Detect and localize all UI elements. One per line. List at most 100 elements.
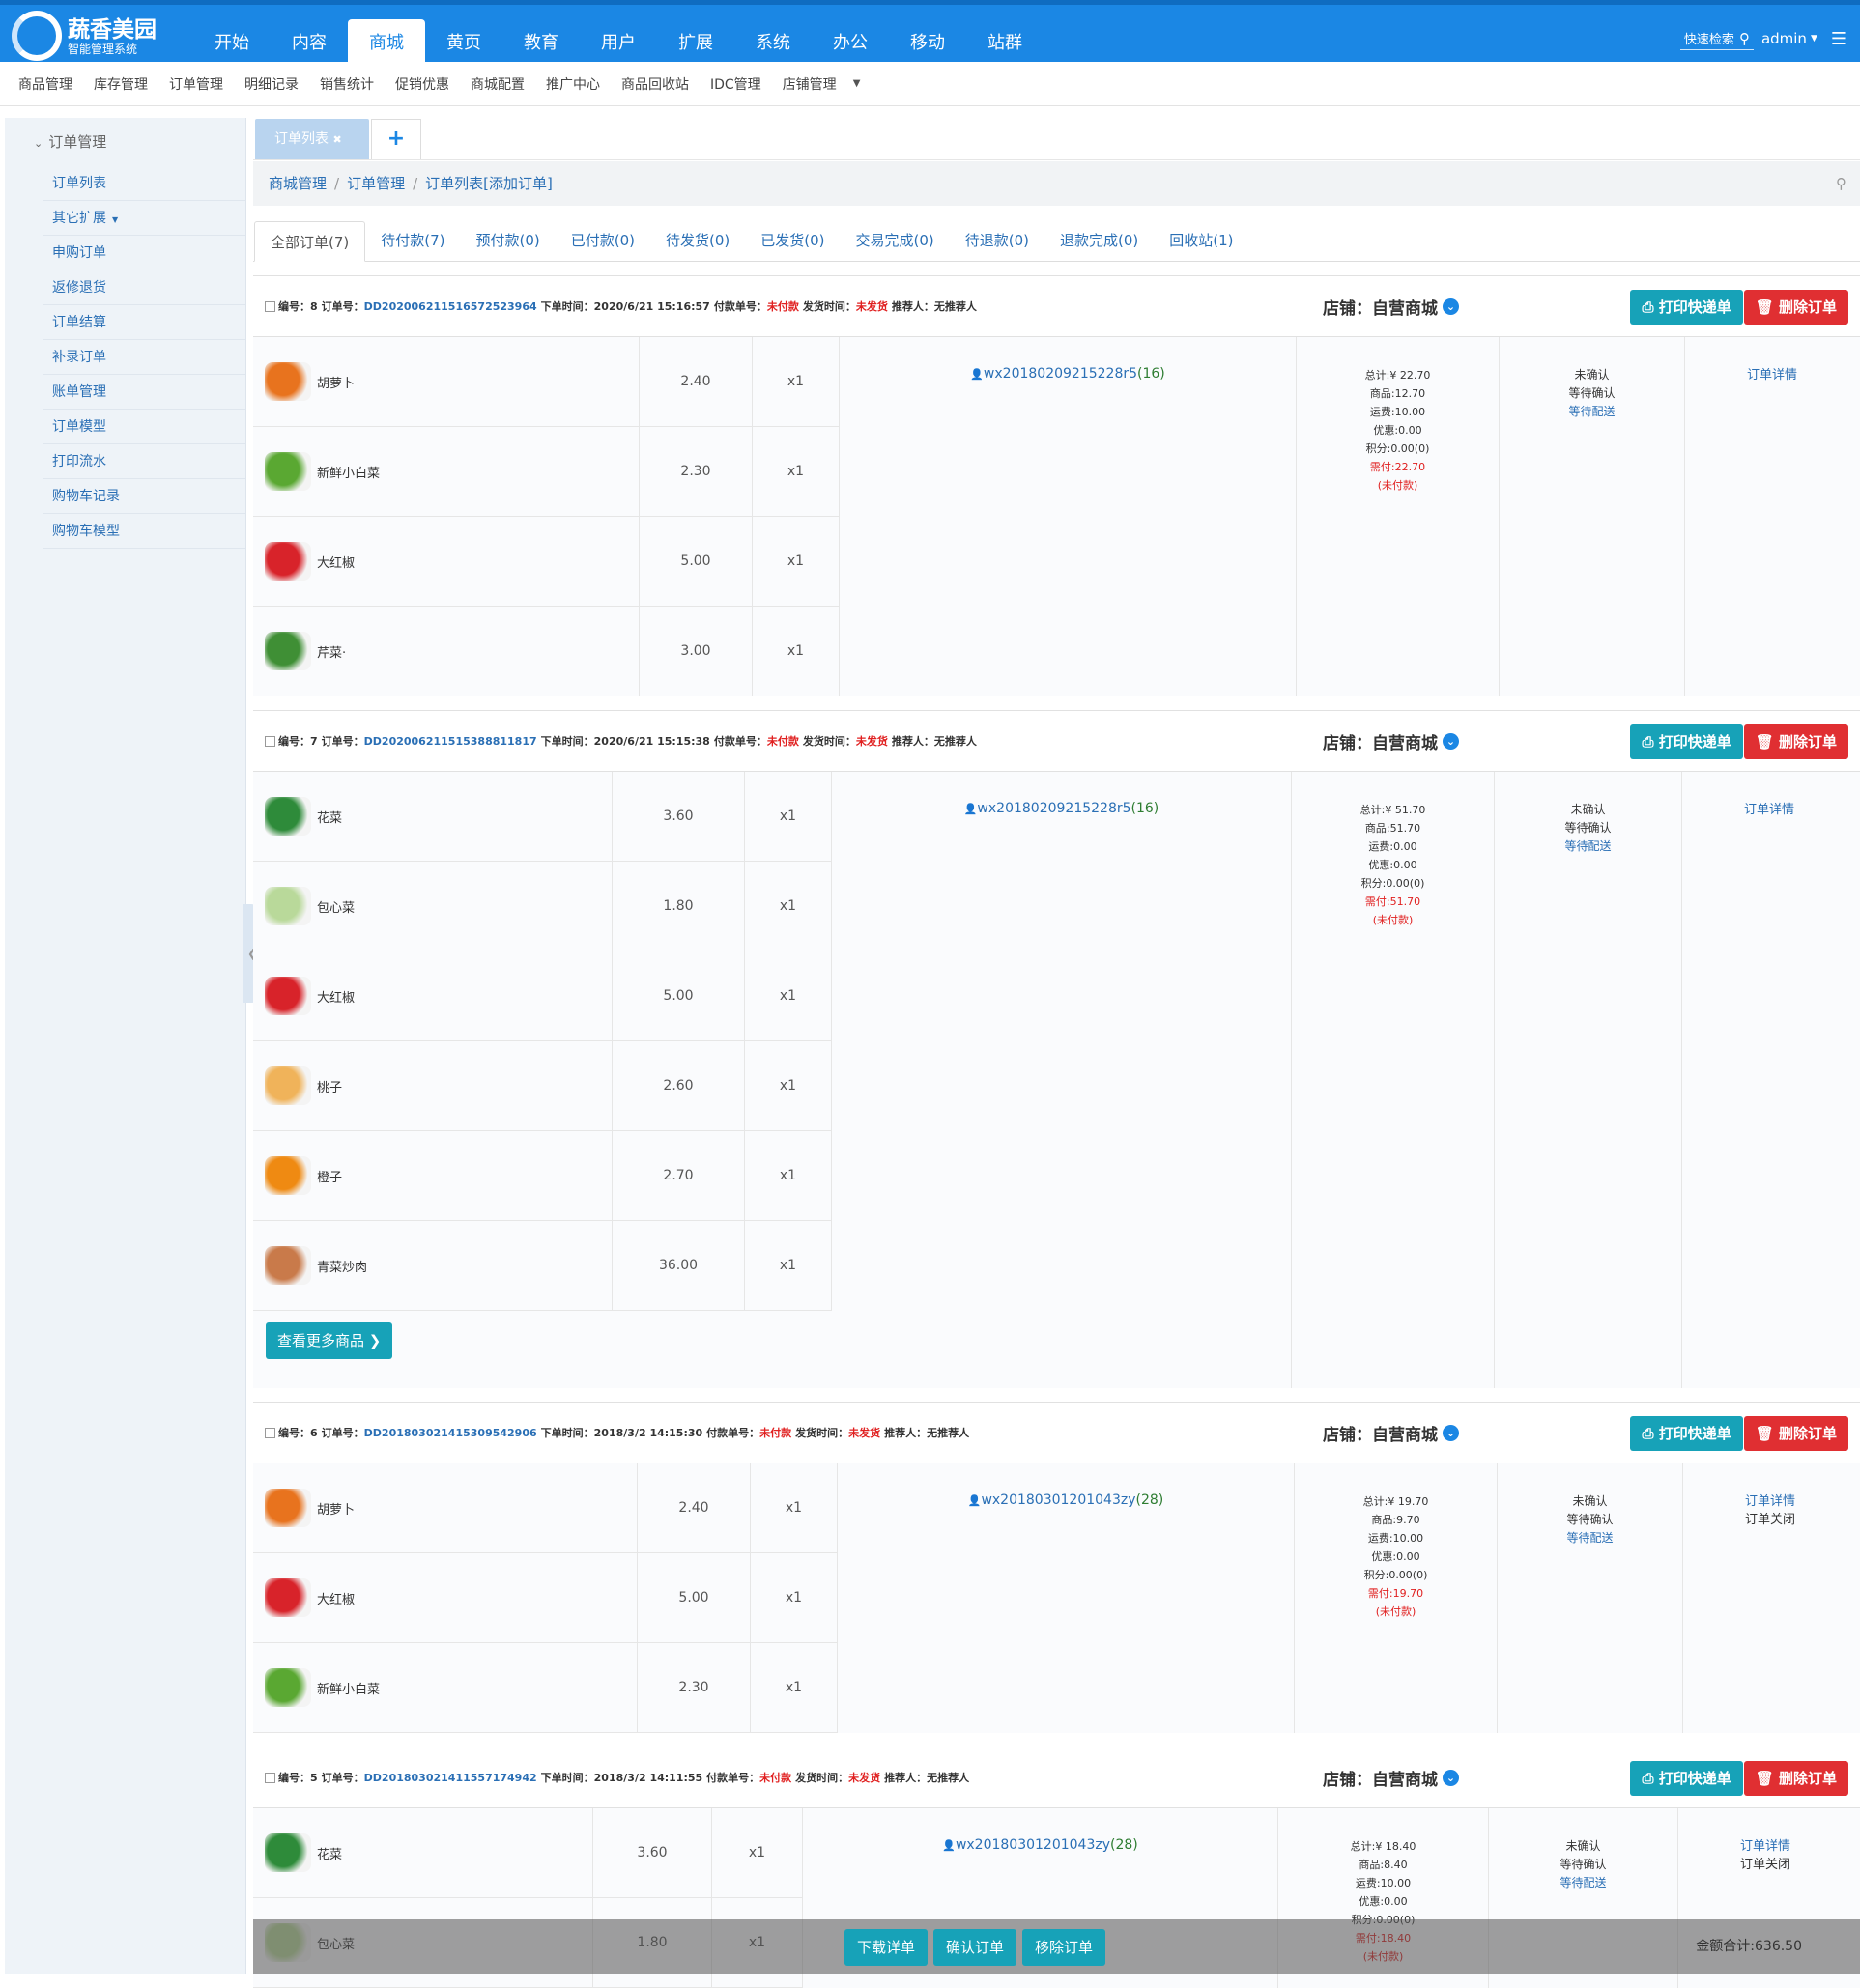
order-number-link[interactable]: DD20180302141530954290​6	[364, 1427, 537, 1439]
product-thumbnail[interactable]	[265, 977, 311, 1015]
subnav-item[interactable]: IDC管理	[700, 74, 772, 94]
subnav-more-caret-icon[interactable]: ▼	[853, 78, 861, 89]
buyer-link[interactable]: wx20180301201043zy	[981, 1492, 1135, 1508]
order-tab[interactable]: 交易完成(0)	[841, 220, 950, 261]
breadcrumb-mall[interactable]: 商城管理	[269, 175, 327, 192]
buyer-link[interactable]: wx20180301201043zy	[956, 1837, 1110, 1853]
topnav-item-mobile[interactable]: 移动	[889, 19, 966, 67]
view-more-button[interactable]: 查看更多商品 ❯	[266, 1322, 393, 1359]
download-details-button[interactable]: 下载详单	[844, 1928, 929, 1966]
product-thumbnail[interactable]	[265, 362, 311, 401]
print-waybill-button[interactable]: ⎙ 打印快递单	[1630, 724, 1743, 759]
subnav-item[interactable]: 商城配置	[460, 74, 535, 94]
subnav-item[interactable]: 库存管理	[83, 74, 158, 94]
subnav-item[interactable]: 商品管理	[8, 74, 83, 94]
product-thumbnail[interactable]	[265, 887, 311, 925]
print-waybill-button[interactable]: ⎙ 打印快递单	[1630, 1416, 1743, 1451]
topnav-item-system[interactable]: 系统	[734, 19, 812, 67]
sidebar-item[interactable]: 订单结算	[43, 305, 245, 340]
product-thumbnail[interactable]	[265, 1668, 311, 1707]
subnav-item[interactable]: 订单管理	[158, 74, 234, 94]
topnav-item-content[interactable]: 内容	[271, 19, 348, 67]
select-checkbox[interactable]	[265, 1427, 275, 1438]
product-thumbnail[interactable]	[265, 1246, 311, 1285]
order-number-link[interactable]: DD20200621151657252396​4	[364, 300, 537, 313]
add-order-link[interactable]: [添加订单]	[483, 175, 553, 192]
tab-order-list[interactable]: 订单列表 ✖	[255, 119, 369, 159]
subnav-item[interactable]: 商品回收站	[611, 74, 700, 94]
order-detail-link[interactable]: 订单详情	[1683, 1492, 1857, 1511]
topnav-item-yellowpages[interactable]: 黄页	[425, 19, 502, 67]
buyer-link[interactable]: wx20180209215228r5	[984, 366, 1137, 382]
status-wait-deliver[interactable]: 等待配送	[1498, 1529, 1682, 1548]
buyer-link[interactable]: wx20180209215228r5	[977, 801, 1130, 816]
sidebar-item[interactable]: 订单模型	[43, 410, 245, 444]
topnav-item-mall[interactable]: 商城	[348, 19, 425, 67]
add-tab-button[interactable]: +	[371, 119, 421, 159]
sidebar-item[interactable]: 申购订单	[43, 236, 245, 270]
topnav-item-office[interactable]: 办公	[812, 19, 889, 67]
user-menu[interactable]: admin	[1761, 30, 1807, 47]
product-thumbnail[interactable]	[265, 1578, 311, 1617]
status-wait-deliver[interactable]: 等待配送	[1489, 1874, 1677, 1892]
breadcrumb-orders[interactable]: 订单管理	[347, 175, 405, 192]
topnav-item-sites[interactable]: 站群	[966, 19, 1044, 67]
sidebar-item[interactable]: 购物车模型	[43, 514, 245, 549]
sidebar-item[interactable]: 订单列表	[43, 166, 245, 201]
delete-order-button[interactable]: 🗑 删除订单	[1743, 724, 1848, 759]
subnav-item[interactable]: 店铺管理	[772, 74, 847, 94]
product-thumbnail[interactable]	[265, 1066, 311, 1105]
order-detail-link[interactable]: 订单详情	[1678, 1837, 1852, 1856]
sidebar-item-extensions[interactable]: 其它扩展 ▼	[43, 201, 245, 236]
sidebar-item[interactable]: 返修退货	[43, 270, 245, 305]
sidebar-header[interactable]: ⌄ 订单管理	[5, 118, 245, 166]
sidebar-item[interactable]: 购物车记录	[43, 479, 245, 514]
order-number-link[interactable]: DD20180302141155717494​2	[364, 1772, 537, 1784]
sidebar-item[interactable]: 账单管理	[43, 375, 245, 410]
status-wait-deliver[interactable]: 等待配送	[1495, 838, 1681, 856]
order-detail-link[interactable]: 订单详情	[1682, 801, 1856, 819]
order-tab[interactable]: 待付款(7)	[365, 220, 460, 261]
delete-order-button[interactable]: 🗑 删除订单	[1743, 290, 1848, 325]
quick-search[interactable]: 快速检索 ⚲	[1679, 27, 1754, 50]
order-tab[interactable]: 预付款(0)	[461, 220, 556, 261]
order-tab[interactable]: 全部订单(7)	[254, 221, 366, 262]
topnav-item-start[interactable]: 开始	[193, 19, 271, 67]
subnav-item[interactable]: 销售统计	[309, 74, 385, 94]
order-tab[interactable]: 回收站(1)	[1154, 220, 1248, 261]
select-checkbox[interactable]	[265, 300, 275, 312]
delete-order-button[interactable]: 🗑 删除订单	[1743, 1761, 1848, 1796]
delete-order-button[interactable]: 🗑 删除订单	[1743, 1416, 1848, 1451]
remove-order-button[interactable]: 移除订单	[1022, 1928, 1106, 1966]
sidebar-item[interactable]: 补录订单	[43, 340, 245, 375]
order-tab[interactable]: 退款完成(0)	[1044, 220, 1154, 261]
product-thumbnail[interactable]	[265, 632, 311, 670]
breadcrumb-order-list[interactable]: 订单列表	[425, 175, 483, 192]
order-detail-link[interactable]: 订单详情	[1685, 366, 1859, 384]
subnav-item[interactable]: 推广中心	[535, 74, 611, 94]
order-tab[interactable]: 已发货(0)	[745, 220, 840, 261]
topnav-item-education[interactable]: 教育	[502, 19, 580, 67]
chevron-down-circle-icon[interactable]: ⌄	[1443, 298, 1459, 315]
product-thumbnail[interactable]	[265, 542, 311, 581]
select-checkbox[interactable]	[265, 735, 275, 747]
topnav-item-user[interactable]: 用户	[580, 19, 657, 67]
chevron-down-circle-icon[interactable]: ⌄	[1443, 1769, 1459, 1786]
print-waybill-button[interactable]: ⎙ 打印快递单	[1630, 290, 1743, 325]
order-number-link[interactable]: DD20200621151538881181​7	[364, 735, 537, 748]
subnav-item[interactable]: 明细记录	[234, 74, 309, 94]
sidebar-item[interactable]: 打印流水	[43, 444, 245, 479]
subnav-item[interactable]: 促销优惠	[385, 74, 460, 94]
product-thumbnail[interactable]	[265, 1833, 311, 1872]
close-icon[interactable]: ✖	[332, 133, 341, 146]
confirm-order-button[interactable]: 确认订单	[933, 1928, 1017, 1966]
print-waybill-button[interactable]: ⎙ 打印快递单	[1630, 1761, 1743, 1796]
search-icon[interactable]: ⚲	[1836, 161, 1846, 206]
order-tab[interactable]: 待发货(0)	[650, 220, 745, 261]
product-thumbnail[interactable]	[265, 1156, 311, 1195]
order-tab[interactable]: 待退款(0)	[950, 220, 1044, 261]
select-checkbox[interactable]	[265, 1772, 275, 1783]
status-wait-deliver[interactable]: 等待配送	[1500, 403, 1684, 421]
menu-icon[interactable]: ☰	[1831, 29, 1846, 49]
chevron-down-circle-icon[interactable]: ⌄	[1443, 1424, 1459, 1441]
